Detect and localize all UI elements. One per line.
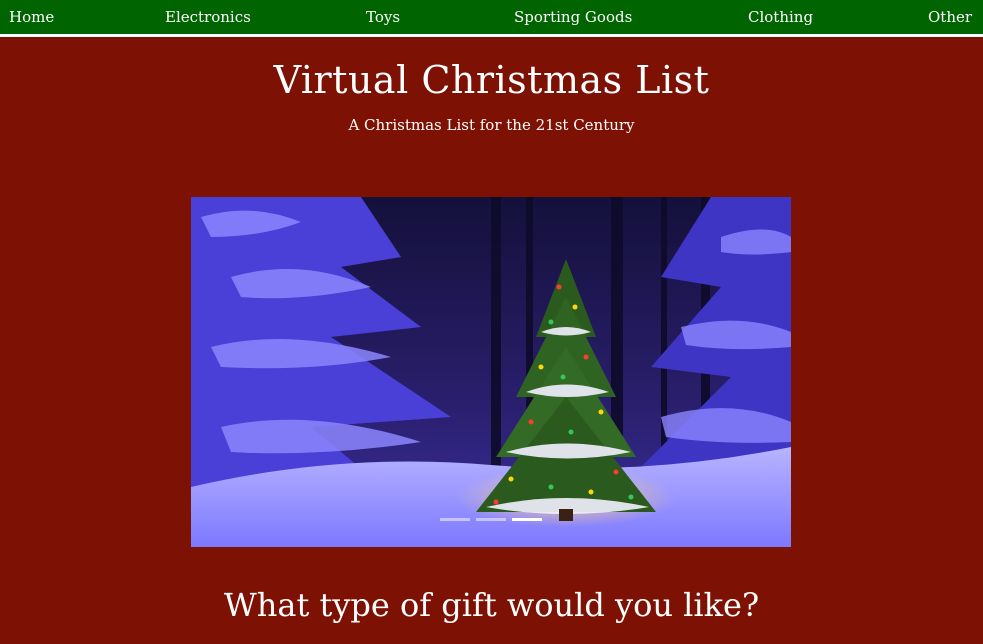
carousel-indicator-2[interactable] [476,518,506,521]
site-subtitle: A Christmas List for the 21st Century [348,116,635,134]
nav-link-toys[interactable]: Toys [366,0,400,34]
nav-link-clothing[interactable]: Clothing [748,0,813,34]
nav-link-home[interactable]: Home [9,0,54,34]
carousel-slide-image [191,197,791,547]
site-title: Virtual Christmas List [273,58,710,102]
image-carousel[interactable] [191,197,791,547]
carousel-indicators [191,518,791,521]
carousel-indicator-1[interactable] [440,518,470,521]
top-navbar: Home Electronics Toys Sporting Goods Clo… [0,0,983,37]
nav-link-sporting-goods[interactable]: Sporting Goods [514,0,632,34]
nav-link-electronics[interactable]: Electronics [165,0,251,34]
carousel-indicator-3[interactable] [512,518,542,521]
nav-link-other[interactable]: Other [928,0,972,34]
gift-type-heading: What type of gift would you like? [223,586,760,624]
